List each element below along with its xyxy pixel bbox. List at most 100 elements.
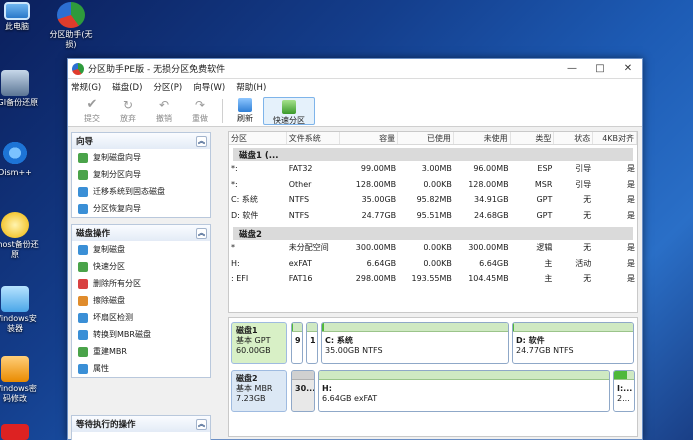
disk1-partition-segment[interactable]: 1: [306, 322, 318, 364]
menu-disk[interactable]: 磁盘(D): [112, 81, 142, 93]
table-cell: ESP: [537, 164, 553, 174]
menu-partition[interactable]: 分区(P): [153, 81, 182, 93]
discard-button[interactable]: ↻ 放弃: [110, 98, 146, 124]
disk2-partition-segment[interactable]: I:... 2...: [613, 370, 635, 412]
col-type[interactable]: 类型: [511, 132, 555, 144]
disk2-group-header[interactable]: 磁盘2: [233, 227, 633, 240]
col-partition[interactable]: 分区: [229, 132, 287, 144]
pending-panel: 等待执行的操作 ︽: [71, 415, 211, 440]
desktop-icon-partition-assistant[interactable]: 分区助手(无损): [46, 2, 96, 50]
disk2-partition-segment[interactable]: 30...: [291, 370, 315, 412]
table-cell: GPT: [536, 210, 553, 220]
col-filesystem[interactable]: 文件系统: [287, 132, 341, 144]
segment-detail: 2...: [617, 394, 630, 403]
table-cell: exFAT: [288, 258, 312, 268]
disk1-partition-segment[interactable]: C: 系统 35.00GB NTFS: [321, 322, 509, 364]
segment-label: 1: [310, 336, 316, 345]
col-used[interactable]: 已使用: [398, 132, 454, 144]
segment-label: D: 软件: [516, 336, 545, 345]
table-cell: 0.00KB: [423, 258, 452, 268]
refresh-button[interactable]: 刷新: [227, 97, 263, 124]
menu-bar: 常规(G) 磁盘(D) 分区(P) 向导(W) 帮助(H): [68, 79, 642, 95]
table-cell: Other: [288, 179, 312, 189]
ghost-icon: [1, 212, 29, 238]
table-cell: 是: [626, 195, 635, 205]
desktop-icon-ghost[interactable]: Ghost备份还原: [0, 212, 40, 260]
segment-detail: 24.77GB NTFS: [516, 346, 574, 355]
title-bar[interactable]: 分区助手PE版 - 无损分区免费软件 — □ ✕: [68, 59, 642, 79]
col-status[interactable]: 状态: [554, 132, 594, 144]
op-copy-disk[interactable]: 复制磁盘: [72, 241, 210, 258]
segment-label: H:: [322, 384, 332, 393]
table-cell: 24.68GB: [474, 210, 509, 220]
wizard-panel-header[interactable]: 向导 ︽: [72, 133, 210, 149]
col-capacity[interactable]: 容量: [340, 132, 399, 144]
table-cell: *:: [231, 164, 238, 174]
disk-ops-panel-header[interactable]: 磁盘操作 ︽: [72, 225, 210, 241]
op-wipe-disk[interactable]: 擦除磁盘: [72, 292, 210, 309]
undo-button[interactable]: ↶ 撤销: [146, 98, 182, 124]
menu-general[interactable]: 常规(G): [71, 81, 101, 93]
redo-button[interactable]: ↷ 重做: [182, 98, 218, 124]
maximize-button[interactable]: □: [586, 59, 614, 79]
op-properties[interactable]: 属性: [72, 360, 210, 377]
collapse-icon[interactable]: ︽: [196, 418, 207, 430]
toolbar-separator: [222, 98, 223, 123]
wizard-copy-disk[interactable]: 复制磁盘向导: [72, 149, 210, 166]
op-rebuild-mbr[interactable]: 重建MBR: [72, 343, 210, 360]
table-cell: 未分配空间: [288, 243, 329, 253]
quick-partition-button[interactable]: 快速分区: [263, 96, 315, 125]
pending-panel-title: 等待执行的操作: [76, 420, 136, 430]
undo-icon: ↶: [158, 97, 170, 112]
disk1-label[interactable]: 磁盘1 基本 GPT 60.00GB: [231, 322, 287, 364]
disk2-partition-segment[interactable]: H: 6.64GB exFAT: [318, 370, 610, 412]
close-button[interactable]: ✕: [614, 59, 642, 79]
desktop-icon-dism[interactable]: Dism++: [0, 140, 40, 178]
segment-detail: 35.00GB NTFS: [325, 346, 383, 355]
table-cell: FAT32: [288, 164, 313, 174]
table-cell: 0.00KB: [423, 243, 452, 253]
table-row[interactable]: C: 系统 NTFS 35.00GB 95.82MB 34.91GB GPT 无 是: [229, 192, 637, 208]
op-bad-sector[interactable]: 坏扇区检测: [72, 309, 210, 326]
desktop-icon-this-pc[interactable]: 此电脑: [0, 2, 42, 32]
gear-icon: [1, 140, 29, 166]
menu-wizard[interactable]: 向导(W): [193, 81, 225, 93]
table-row[interactable]: H: exFAT 6.64GB 0.00KB 6.64GB 主 活动 是: [229, 256, 637, 272]
desktop-icon-partial[interactable]: [0, 424, 40, 440]
col-free[interactable]: 未使用: [454, 132, 511, 144]
table-row[interactable]: D: 软件 NTFS 24.77GB 95.51MB 24.68GB GPT 无 是: [229, 208, 637, 224]
disk1-group-header[interactable]: 磁盘1 (...: [233, 148, 633, 161]
table-cell: : EFI: [231, 274, 249, 284]
desktop-icon-windows-installer[interactable]: Windows安装器: [0, 286, 40, 334]
table-cell: D: 软件: [231, 210, 259, 220]
table-row[interactable]: : EFI FAT16 298.00MB 193.55MB 104.45MB 主 无 是: [229, 271, 637, 287]
disk1-partition-segment[interactable]: D: 软件 24.77GB NTFS: [512, 322, 634, 364]
wizard-copy-partition[interactable]: 复制分区向导: [72, 166, 210, 183]
desktop-icon-cgi[interactable]: CGI备份还原: [0, 70, 40, 108]
op-quick-partition[interactable]: 快速分区: [72, 258, 210, 275]
table-row[interactable]: * 未分配空间 300.00MB 0.00KB 300.00MB 逻辑 无 是: [229, 240, 637, 256]
op-convert-mbr[interactable]: 转换到MBR磁盘: [72, 326, 210, 343]
table-row[interactable]: *: FAT32 99.00MB 3.00MB 96.00MB ESP 引导 是: [229, 161, 637, 177]
table-cell: *: [231, 243, 235, 253]
collapse-icon[interactable]: ︽: [196, 227, 207, 239]
usage-bar: [292, 323, 302, 332]
table-row[interactable]: *: Other 128.00MB 0.00KB 128.00MB MSR 引导 是: [229, 177, 637, 193]
col-4k[interactable]: 4KB对齐: [593, 132, 638, 144]
wizard-partition-recovery[interactable]: 分区恢复向导: [72, 200, 210, 217]
table-cell: 无: [583, 274, 592, 284]
op-delete-all[interactable]: 删除所有分区: [72, 275, 210, 292]
menu-help[interactable]: 帮助(H): [236, 81, 266, 93]
desktop-icon-windows-password[interactable]: Windows密码修改: [0, 356, 40, 404]
submit-button[interactable]: ✔ 提交: [74, 97, 110, 124]
table-cell: NTFS: [288, 210, 310, 220]
desktop-icon-label: 此电脑: [5, 22, 29, 31]
disk2-label[interactable]: 磁盘2 基本 MBR 7.23GB: [231, 370, 287, 412]
wizard-migrate-os[interactable]: 迁移系统到固态磁盘: [72, 183, 210, 200]
pending-panel-header[interactable]: 等待执行的操作 ︽: [72, 416, 210, 432]
disk1-partition-segment[interactable]: 9: [291, 322, 303, 364]
right-pane: 分区 文件系统 容量 已使用 未使用 类型 状态 4KB对齐 磁盘1 (... …: [228, 131, 638, 437]
delete-icon: [78, 278, 88, 289]
collapse-icon[interactable]: ︽: [196, 135, 207, 147]
minimize-button[interactable]: —: [558, 59, 586, 79]
